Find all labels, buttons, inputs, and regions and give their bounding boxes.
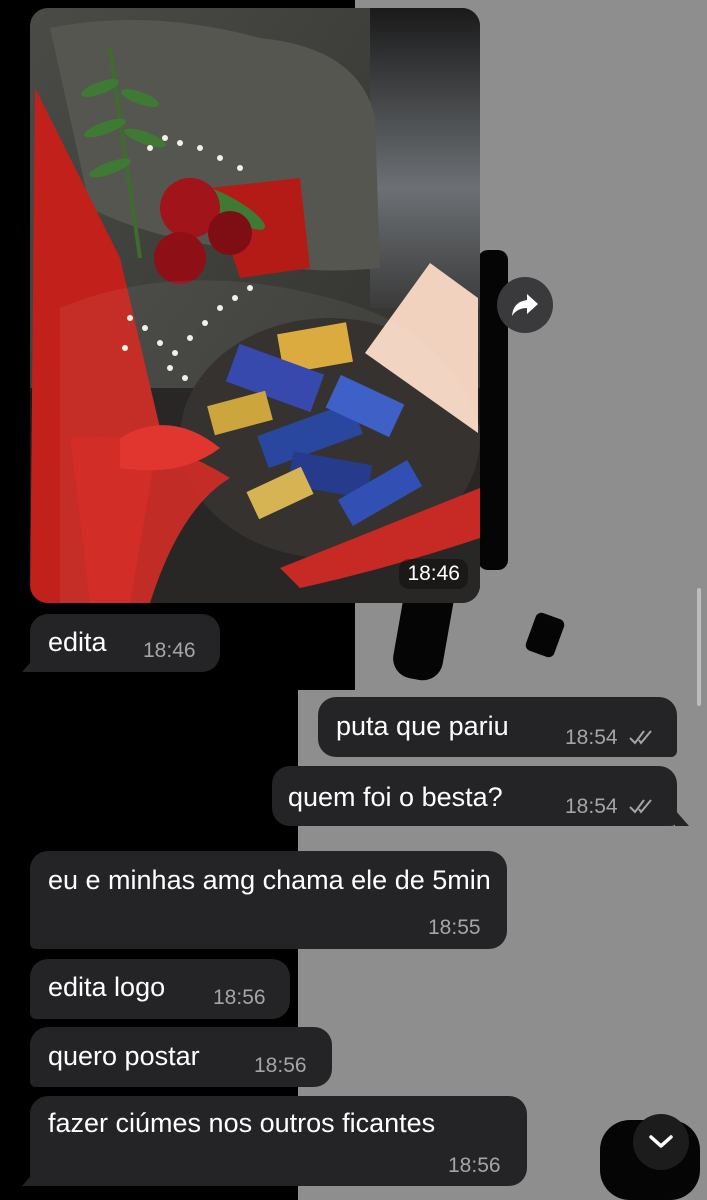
message-text: eu e minhas amg chama ele de 5min [48, 865, 491, 895]
message-text: edita [48, 627, 107, 657]
outgoing-message[interactable]: quem foi o besta? 18:54 [272, 766, 677, 826]
message-time: 18:56 [213, 986, 266, 1009]
message-time: 18:54 [565, 726, 618, 749]
message-time: 18:54 [565, 795, 618, 818]
message-time: 18:55 [428, 916, 481, 939]
incoming-message[interactable]: fazer ciúmes nos outros ficantes 18:56 [30, 1096, 527, 1186]
message-time: 18:46 [143, 639, 196, 662]
scrollbar[interactable] [697, 588, 701, 706]
double-check-icon [629, 799, 652, 814]
outgoing-message[interactable]: puta que pariu 18:54 [318, 697, 677, 757]
message-time: 18:56 [448, 1154, 501, 1177]
message-time: 18:46 [399, 559, 468, 589]
message-time: 18:56 [254, 1054, 307, 1077]
photo-message[interactable]: 18:46 [30, 8, 480, 603]
message-text: quero postar [48, 1041, 200, 1071]
incoming-message[interactable]: edita logo 18:56 [30, 959, 290, 1019]
message-text: fazer ciúmes nos outros ficantes [48, 1108, 436, 1138]
message-text: quem foi o besta? [288, 782, 503, 812]
incoming-message[interactable]: eu e minhas amg chama ele de 5min 18:55 [30, 851, 507, 949]
incoming-message[interactable]: edita 18:46 [30, 614, 220, 672]
message-text: puta que pariu [336, 711, 509, 741]
forward-icon [512, 294, 538, 316]
bouquet-photo [30, 8, 480, 603]
forward-button[interactable] [497, 277, 553, 333]
chevron-down-icon [649, 1135, 673, 1148]
incoming-message[interactable]: quero postar 18:56 [30, 1027, 332, 1087]
message-text: edita logo [48, 972, 166, 1002]
double-check-icon [629, 730, 652, 745]
scroll-to-bottom-button[interactable] [633, 1114, 689, 1170]
